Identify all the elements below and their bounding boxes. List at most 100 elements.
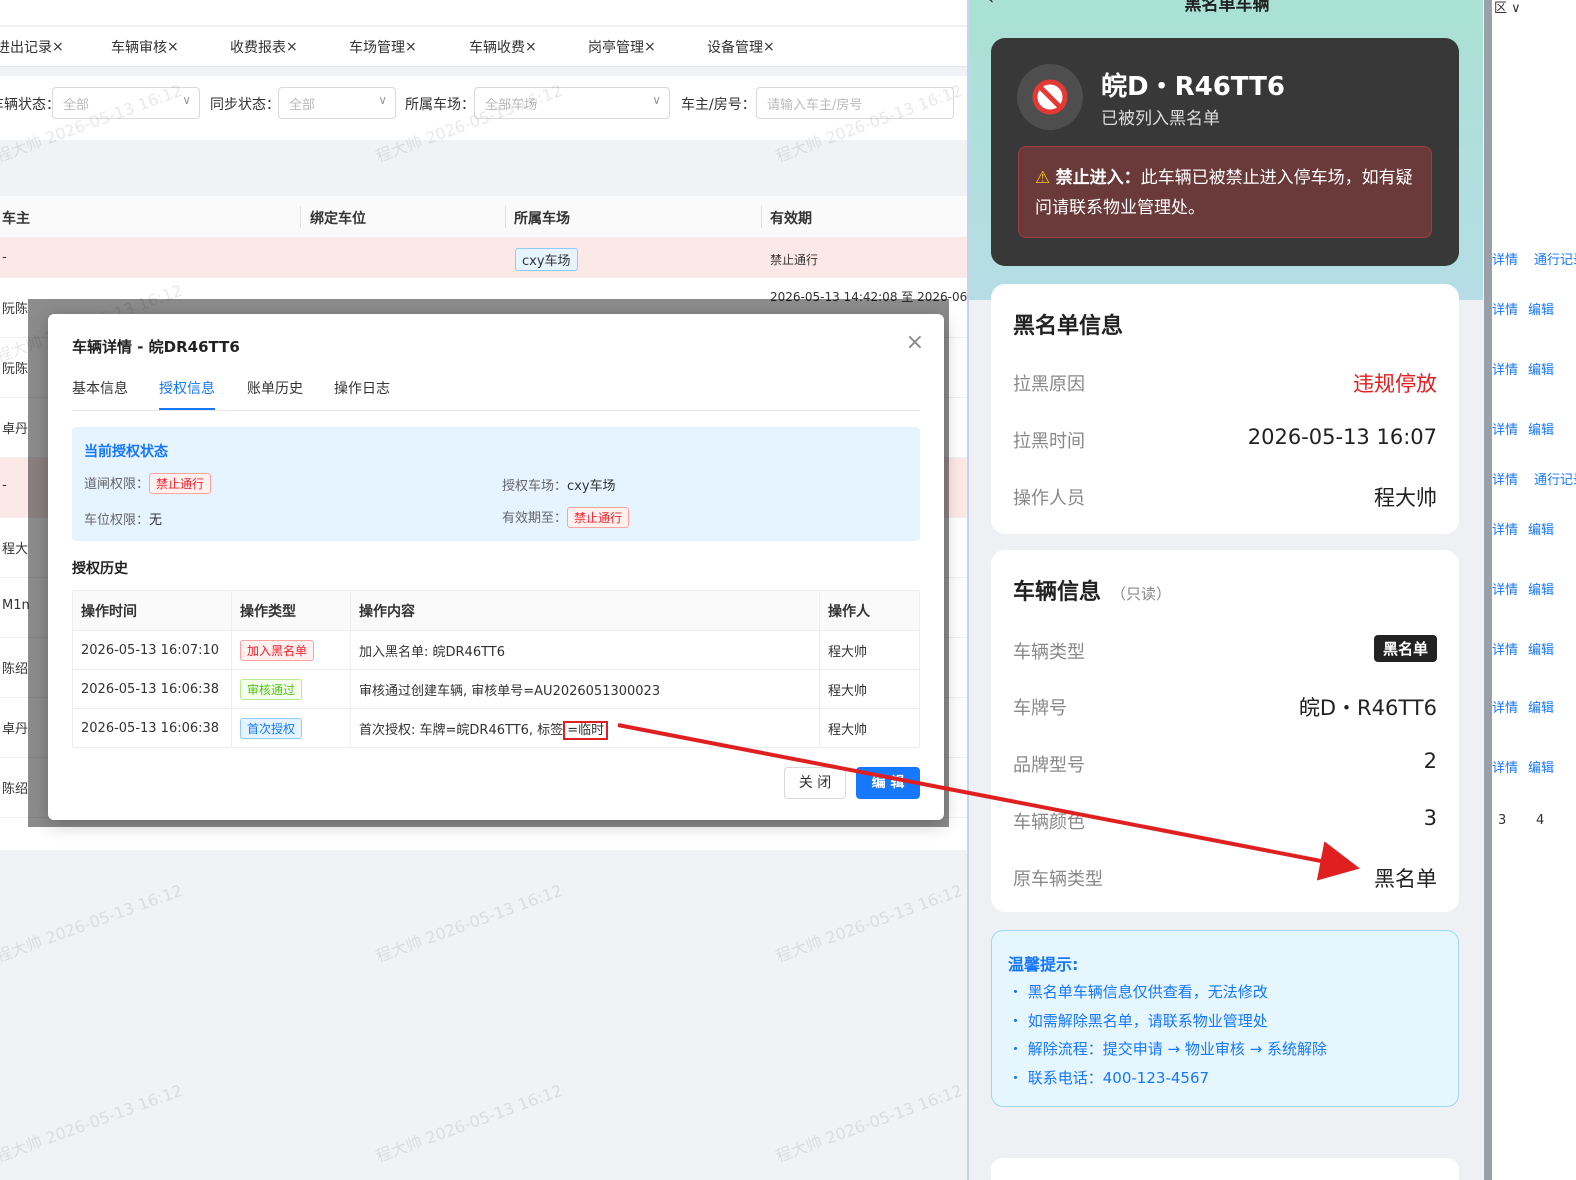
watermark: 程大帅 2026-05-13 16:12 — [773, 880, 966, 967]
col-space: 绑定车位 — [310, 211, 366, 227]
tab-auth-info[interactable]: 授权信息 — [159, 378, 215, 398]
detail-link[interactable]: 详情 — [1492, 757, 1518, 776]
status-badge: 加入黑名单 — [240, 639, 315, 661]
edit-link[interactable]: 编辑 — [1528, 579, 1554, 598]
close-icon[interactable]: × — [906, 330, 924, 355]
edit-link[interactable]: 编辑 — [1528, 419, 1554, 438]
owner-cell: 卓丹 — [2, 422, 29, 437]
page-4[interactable]: 4 — [1536, 813, 1544, 828]
close-button[interactable]: 关 闭 — [784, 767, 846, 799]
access-record-link[interactable]: 通行记录 — [1534, 249, 1576, 268]
edit-link[interactable]: 编辑 — [1528, 359, 1554, 378]
chevron-down-icon: ∨ — [182, 93, 191, 107]
detail-link[interactable]: 详情 — [1492, 469, 1518, 488]
active-tab-indicator — [159, 408, 215, 410]
mobile-page-title: 黑名单车辆 — [1184, 0, 1270, 15]
detail-link[interactable]: 详情 — [1492, 697, 1518, 716]
edit-link[interactable]: 编辑 — [1528, 757, 1554, 776]
owner-cell: - — [2, 250, 7, 265]
warning-box: ⚠ 禁止进入：此车辆已被禁止进入停车场，如有疑问请联系物业管理处。 — [1018, 146, 1432, 238]
close-icon[interactable]: × — [286, 39, 298, 55]
col-separator — [300, 206, 301, 228]
edit-button[interactable]: 编 辑 — [856, 767, 920, 799]
tab-3[interactable]: 车场管理 — [349, 37, 405, 57]
owner-label: 车主/房号： — [681, 97, 756, 113]
vehicle-status-select[interactable]: 全部 ∨ — [52, 87, 200, 119]
watermark: 程大帅 2026-05-13 16:12 — [373, 880, 566, 967]
edit-link[interactable]: 编辑 — [1528, 697, 1554, 716]
color-value: 3 — [1423, 806, 1437, 830]
owner-input[interactable]: 请输入车主/房号 — [756, 87, 954, 119]
tip-line: ・ 如需解除黑名单，请联系物业管理处 — [1008, 1012, 1268, 1030]
auth-status-box: 当前授权状态 道闸权限： 禁止通行 授权车场：cxy车场 车位权限：无 有效期至：… — [72, 427, 920, 541]
plate-value: 皖D・R46TT6 — [1298, 696, 1437, 720]
edit-link[interactable]: 编辑 — [1528, 519, 1554, 538]
status-badge: 禁止通行 — [567, 507, 630, 528]
filter-bar: 车辆状态： 全部∨ 同步状态： 全部∨ 所属车场： 全部车场∨ 车主/房号： 请… — [0, 76, 968, 140]
status-badge: 审核通过 — [240, 678, 303, 700]
scrollbar[interactable] — [1484, 0, 1492, 1180]
validity-cell: 禁止通行 — [770, 253, 819, 267]
col-type: 操作类型 — [231, 590, 351, 631]
tip-line: ・ 解除流程：提交申请 → 物业审核 → 系统解除 — [1008, 1040, 1327, 1058]
brand-value: 2 — [1423, 749, 1437, 773]
detail-link[interactable]: 详情 — [1492, 639, 1518, 658]
detail-link[interactable]: 详情 — [1492, 249, 1518, 268]
original-type-label: 原车辆类型 — [1013, 869, 1103, 890]
close-icon[interactable]: × — [644, 39, 656, 55]
auth-history-table: 操作时间 操作类型 操作内容 操作人 2026-05-13 16:07:10 加… — [72, 590, 920, 748]
owner-cell: 卓丹 — [2, 722, 29, 737]
tab-6[interactable]: 设备管理 — [707, 37, 763, 57]
close-icon[interactable]: × — [525, 39, 537, 55]
owner-cell: 陈绍 — [2, 782, 29, 797]
close-icon[interactable]: × — [763, 39, 775, 55]
table-actions-column: 区 ∨ 详情通行记录详情编辑详情编辑详情编辑详情通行记录详情编辑详情编辑详情编辑… — [1492, 0, 1576, 1180]
tips-title: 温馨提示: — [1008, 955, 1079, 974]
plate-number: 皖D・R46TT6 — [1101, 72, 1285, 102]
detail-link[interactable]: 详情 — [1492, 299, 1518, 318]
detail-link[interactable]: 详情 — [1492, 519, 1518, 538]
brand-label: 品牌型号 — [1013, 755, 1085, 776]
table-row: 2026-05-13 16:06:38 首次授权 首次授权: 车牌=皖DR46T… — [72, 708, 920, 748]
watermark: 程大帅 2026-05-13 16:12 — [0, 1080, 186, 1167]
detail-link[interactable]: 详情 — [1492, 579, 1518, 598]
operator-value: 程大帅 — [1374, 486, 1437, 510]
tab-basic-info[interactable]: 基本信息 — [72, 378, 128, 398]
parking-lot-select[interactable]: 全部车场 ∨ — [474, 87, 670, 119]
tab-0[interactable]: 进出记录 — [0, 37, 52, 57]
col-owner: 车主 — [2, 211, 30, 227]
tab-4[interactable]: 车辆收费 — [469, 37, 525, 57]
region-dropdown[interactable]: 区 ∨ — [1494, 0, 1521, 16]
tab-operation-log[interactable]: 操作日志 — [334, 378, 390, 398]
watermark: 程大帅 2026-05-13 16:12 — [0, 880, 186, 967]
tab-1[interactable]: 车辆审核 — [111, 37, 167, 57]
table-row[interactable]: - cxy车场 禁止通行 — [0, 238, 968, 278]
close-icon[interactable]: × — [167, 39, 179, 55]
authorized-lot: 授权车场：cxy车场 — [502, 479, 616, 494]
gate-permission: 道闸权限： 禁止通行 — [84, 473, 212, 494]
edit-link[interactable]: 编辑 — [1528, 639, 1554, 658]
page-3[interactable]: 3 — [1498, 813, 1506, 828]
edit-link[interactable]: 编辑 — [1528, 299, 1554, 318]
detail-link[interactable]: 详情 — [1492, 419, 1518, 438]
space-permission: 车位权限：无 — [84, 513, 163, 528]
access-record-link[interactable]: 通行记录 — [1534, 469, 1576, 488]
status-badge: 首次授权 — [240, 717, 303, 739]
col-separator — [761, 206, 762, 228]
close-icon[interactable]: × — [52, 39, 64, 55]
owner-cell: - — [2, 478, 7, 493]
detail-link[interactable]: 详情 — [1492, 359, 1518, 378]
modal-title: 车辆详情 - 皖DR46TT6 — [72, 338, 240, 356]
bottom-card — [991, 1158, 1459, 1180]
tab-divider — [72, 410, 920, 411]
tab-bill-history[interactable]: 账单历史 — [247, 378, 303, 398]
highlight-box: =临时 — [563, 720, 609, 740]
tab-5[interactable]: 岗亭管理 — [588, 37, 644, 57]
tab-2[interactable]: 收费报表 — [230, 37, 286, 57]
owner-cell: 阮陈 — [2, 362, 29, 377]
table-row: 2026-05-13 16:07:10 加入黑名单 加入黑名单: 皖DR46TT… — [72, 630, 920, 670]
close-icon[interactable]: × — [405, 39, 417, 55]
sync-status-select[interactable]: 全部 ∨ — [278, 87, 396, 119]
status-badge: 禁止通行 — [149, 473, 212, 494]
col-operator: 操作人 — [819, 590, 920, 631]
